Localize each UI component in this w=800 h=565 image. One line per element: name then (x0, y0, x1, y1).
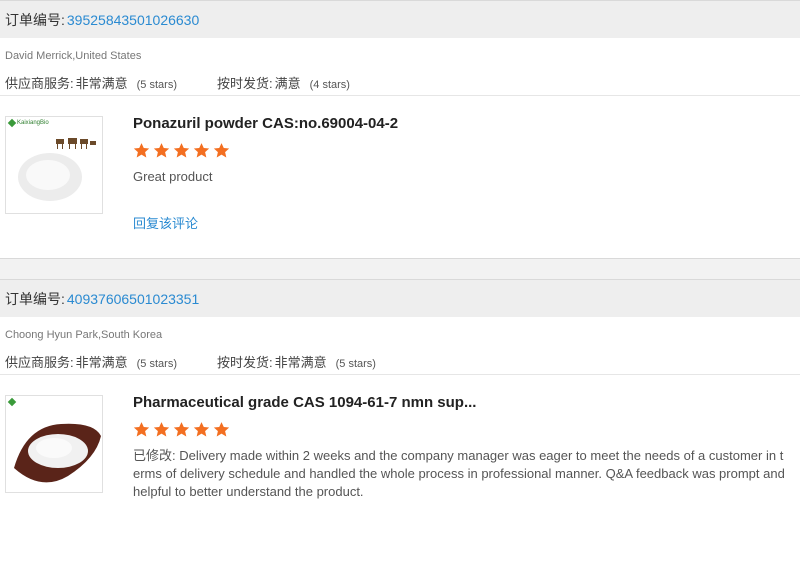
reply-review-link[interactable]: 回复该评论 (133, 213, 788, 232)
star-icon (173, 422, 190, 437)
logo-mark-icon (7, 397, 17, 407)
buyer-name: David Merrick,United States (5, 50, 142, 62)
product-title[interactable]: Pharmaceutical grade CAS 1094-61-7 nmn s… (133, 394, 788, 414)
order-card: 订单编号: 40937606501023351 Choong Hyun Park… (0, 279, 800, 537)
review-text: 已修改: Delivery made within 2 weeks and th… (133, 448, 785, 499)
star-icon (133, 422, 150, 437)
star-icon (193, 422, 210, 437)
delivery-rating: 按时发货: 满意 (4 stars) (217, 73, 350, 95)
product-image[interactable]: KaixiangBio (5, 116, 103, 214)
product-title[interactable]: Ponazuril powder CAS:no.69004-04-2 (133, 115, 788, 135)
product-image[interactable] (5, 395, 103, 493)
buyer-name: Choong Hyun Park,South Korea (5, 329, 163, 341)
order-number-link[interactable]: 39525843501026630 (67, 12, 199, 28)
order-header: 订单编号: 39525843501026630 (0, 0, 800, 38)
delivery-value: 满意 (274, 76, 301, 91)
supplier-service-label: 供应商服务: (5, 76, 74, 91)
seller-ratings: 供应商服务: 非常满意 (5 stars) 按时发货: 满意 (4 stars) (0, 64, 800, 95)
review-text: Great product (133, 169, 213, 184)
powder-picture (18, 138, 96, 201)
supplier-service-value: 非常满意 (75, 76, 128, 91)
rating-stars (133, 421, 788, 439)
supplier-service-stars: (5 stars) (136, 358, 177, 370)
supplier-service-label: 供应商服务: (5, 355, 74, 370)
product-review: KaixiangBio Ponazuril powder CAS:no.6900… (0, 96, 800, 258)
order-number-label: 订单编号: (5, 290, 65, 307)
star-icon (213, 143, 230, 158)
delivery-label: 按时发货: (216, 355, 273, 370)
supplier-service-rating: 供应商服务: 非常满意 (5 stars) (5, 352, 177, 374)
order-card: 订单编号: 39525843501026630 David Merrick,Un… (0, 0, 800, 258)
star-icon (153, 422, 170, 437)
supplier-service-rating: 供应商服务: 非常满意 (5 stars) (5, 73, 177, 95)
delivery-stars: (4 stars) (309, 79, 350, 91)
brand-logo (7, 397, 17, 407)
delivery-rating: 按时发货: 非常满意 (5 stars) (217, 352, 376, 374)
supplier-service-stars: (5 stars) (136, 79, 177, 91)
rating-stars (133, 142, 788, 160)
star-icon (153, 143, 170, 158)
review-content: Ponazuril powder CAS:no.69004-04-2 Great… (133, 115, 788, 232)
brand-logo-text: KaixiangBio (17, 120, 49, 126)
product-review: Pharmaceutical grade CAS 1094-61-7 nmn s… (0, 375, 800, 537)
order-number-label: 订单编号: (5, 11, 65, 28)
order-number-link[interactable]: 40937606501023351 (67, 291, 199, 307)
star-icon (133, 143, 150, 158)
powder-picture (14, 423, 101, 483)
star-icon (173, 143, 190, 158)
order-header: 订单编号: 40937606501023351 (0, 279, 800, 317)
seller-ratings: 供应商服务: 非常满意 (5 stars) 按时发货: 非常满意 (5 star… (0, 343, 800, 374)
delivery-value: 非常满意 (274, 355, 327, 370)
review-content: Pharmaceutical grade CAS 1094-61-7 nmn s… (133, 394, 788, 501)
delivery-stars: (5 stars) (335, 358, 376, 370)
supplier-service-value: 非常满意 (75, 355, 128, 370)
star-icon (193, 143, 210, 158)
order-separator (0, 258, 800, 279)
brand-logo: KaixiangBio (7, 118, 49, 128)
star-icon (213, 422, 230, 437)
delivery-label: 按时发货: (216, 76, 273, 91)
logo-mark-icon (7, 118, 17, 128)
